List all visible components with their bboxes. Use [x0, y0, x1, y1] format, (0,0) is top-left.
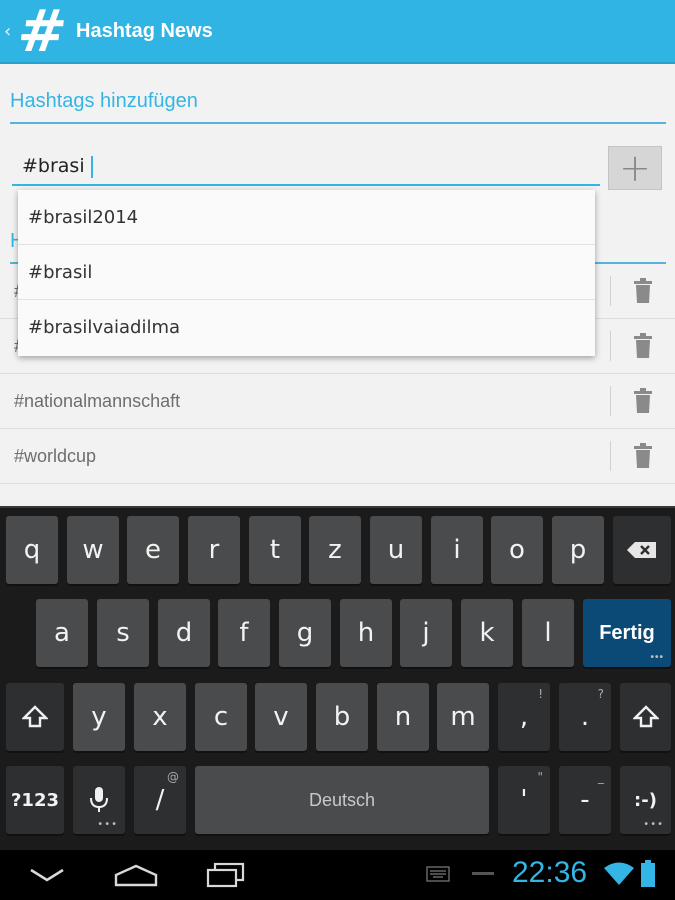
hashtag-label: #worldcup [14, 445, 97, 466]
key-u[interactable]: u [370, 516, 422, 584]
key-a[interactable]: a [36, 599, 88, 667]
hashtag-input[interactable] [12, 150, 600, 182]
apostrophe-label: ' [520, 785, 528, 815]
app-title: Hashtag News [76, 19, 213, 42]
key-p[interactable]: p [552, 516, 604, 584]
key-k[interactable]: k [461, 599, 513, 667]
key-h[interactable]: h [340, 599, 392, 667]
key-c[interactable]: c [195, 683, 247, 751]
key-o[interactable]: o [491, 516, 543, 584]
voice-input-key[interactable]: ••• [73, 766, 125, 834]
trash-icon[interactable] [611, 429, 675, 484]
key-l[interactable]: l [522, 599, 574, 667]
more-dots-icon: ••• [643, 819, 664, 830]
shift-key-left[interactable] [6, 683, 64, 751]
trash-icon[interactable] [611, 264, 675, 319]
key-r[interactable]: r [188, 516, 240, 584]
key-q[interactable]: q [6, 516, 58, 584]
key-j[interactable]: j [400, 599, 452, 667]
back-chevron-icon [30, 868, 64, 882]
key-d[interactable]: d [158, 599, 210, 667]
key-v[interactable]: v [255, 683, 307, 751]
question-hint: ? [597, 687, 604, 701]
key-dash[interactable]: - _ [559, 766, 611, 834]
trash-icon[interactable] [611, 374, 675, 429]
system-navigation-bar: 22:36 [0, 850, 675, 900]
shift-icon [632, 705, 659, 728]
space-key[interactable]: Deutsch [195, 766, 489, 834]
key-m[interactable]: m [437, 683, 489, 751]
hashtag-label: #nationalmannschaft [14, 390, 181, 411]
suggestion-item[interactable]: #brasil2014 [18, 190, 595, 245]
key-w[interactable]: w [67, 516, 119, 584]
backspace-icon [627, 542, 656, 558]
key-period[interactable]: . ? [559, 683, 611, 751]
key-z[interactable]: z [309, 516, 361, 584]
more-dots-icon: ••• [650, 652, 664, 663]
underscore-hint: _ [598, 770, 604, 784]
key-x[interactable]: x [134, 683, 186, 751]
smiley-key[interactable]: :-) ••• [620, 766, 671, 834]
keyboard-indicator-icon [426, 866, 450, 882]
app-logo-icon[interactable]: # [14, 0, 70, 65]
recent-apps-button[interactable] [200, 858, 252, 892]
at-hint: @ [167, 770, 179, 784]
main-content: Hashtags hinzufügen + H # # #nationalman… [0, 64, 675, 506]
trash-icon[interactable] [611, 319, 675, 374]
key-t[interactable]: t [249, 516, 301, 584]
dash-label: - [580, 785, 590, 815]
key-s[interactable]: s [97, 599, 149, 667]
smiley-label: :-) [634, 789, 657, 811]
autocomplete-dropdown: #brasil2014 #brasil #brasilvaiadilma [18, 190, 595, 356]
key-n[interactable]: n [377, 683, 429, 751]
action-bar: ‹ # Hashtag News [0, 0, 675, 65]
list-item[interactable]: #worldcup [0, 429, 675, 484]
key-y[interactable]: y [73, 683, 125, 751]
more-dots-icon: ••• [97, 819, 118, 830]
symbols-key[interactable]: ?123 [6, 766, 64, 834]
up-navigation-icon[interactable]: ‹ [4, 21, 16, 42]
add-hashtag-button[interactable]: + [608, 146, 662, 190]
back-button[interactable] [24, 858, 70, 892]
key-apostrophe[interactable]: ' " [498, 766, 550, 834]
comma-label: , [519, 702, 529, 732]
suggestion-item[interactable]: #brasil [18, 245, 595, 300]
home-icon [114, 864, 158, 887]
key-slash[interactable]: / @ [134, 766, 186, 834]
key-b[interactable]: b [316, 683, 368, 751]
add-hashtags-header: Hashtags hinzufügen [10, 88, 666, 124]
exclamation-hint: ! [538, 687, 543, 701]
recent-apps-icon [206, 862, 245, 888]
slash-label: / [155, 785, 165, 815]
symbols-label: ?123 [10, 789, 59, 811]
home-button[interactable] [110, 858, 162, 892]
list-item[interactable]: #nationalmannschaft [0, 374, 675, 429]
key-i[interactable]: i [431, 516, 483, 584]
done-key-label: Fertig [599, 621, 655, 644]
wifi-icon [604, 862, 634, 885]
microphone-icon [90, 787, 108, 812]
key-g[interactable]: g [279, 599, 331, 667]
key-e[interactable]: e [127, 516, 179, 584]
suggestion-item[interactable]: #brasilvaiadilma [18, 300, 595, 355]
shift-key-right[interactable] [620, 683, 671, 751]
backspace-key[interactable] [613, 516, 671, 584]
shift-icon [22, 705, 48, 728]
done-key[interactable]: Fertig ••• [583, 599, 671, 667]
battery-icon [641, 860, 655, 887]
soft-keyboard: q w e r t z u i o p a s d f g h j k l Fe… [0, 506, 675, 850]
plus-icon: + [619, 146, 651, 190]
key-comma[interactable]: , ! [498, 683, 550, 751]
status-clock: 22:36 [512, 856, 588, 889]
text-cursor [91, 156, 93, 178]
notification-dash-icon [472, 872, 494, 875]
period-label: . [580, 702, 590, 732]
key-f[interactable]: f [218, 599, 270, 667]
hashtag-input-container[interactable] [12, 150, 600, 186]
quote-hint: " [537, 770, 543, 784]
